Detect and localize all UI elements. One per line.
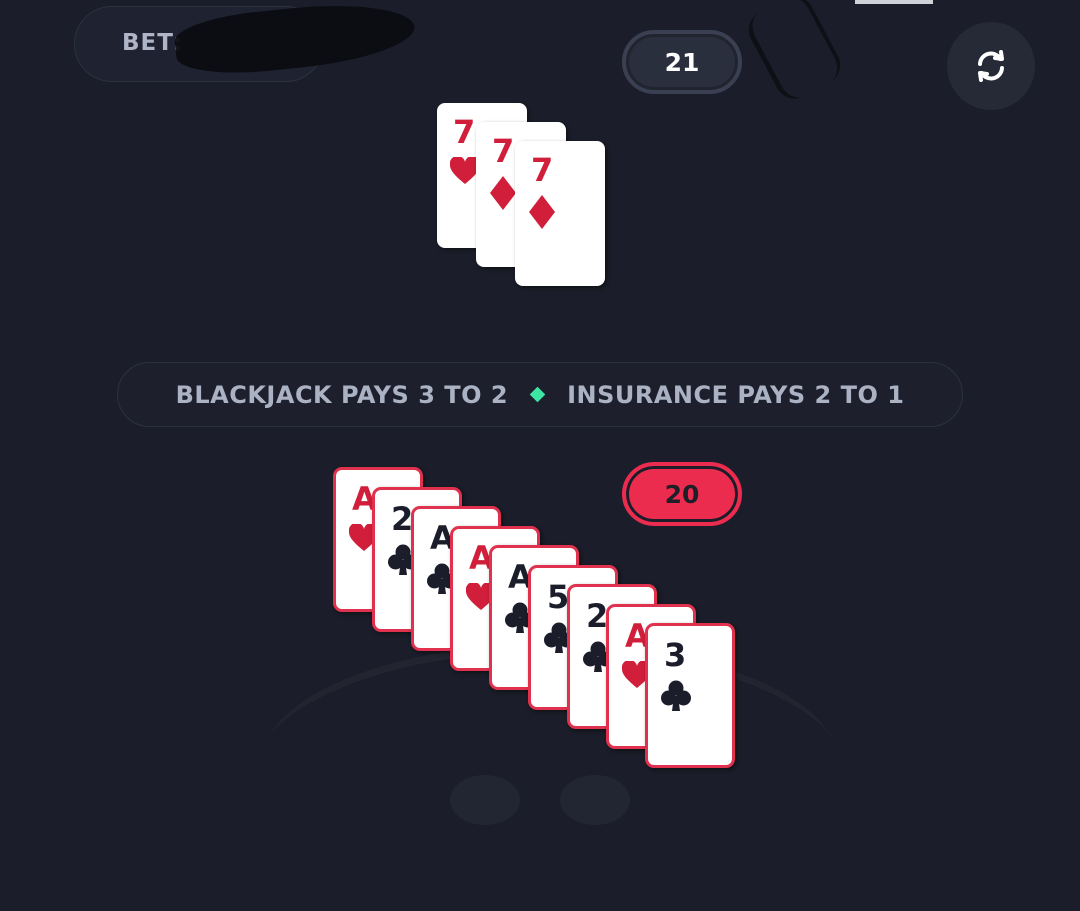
card-rank: 7 [531, 151, 554, 189]
card-rank: 7 [453, 113, 476, 151]
top-strip [855, 0, 933, 4]
dealer-card: 7 [515, 141, 605, 286]
diamond-suit-icon [489, 176, 517, 214]
player-card: 3 [645, 623, 735, 768]
refresh-button[interactable] [947, 22, 1035, 110]
bet-label: BET: [122, 30, 183, 56]
rules-banner: BLACKJACK PAYS 3 TO 2 INSURANCE PAYS 2 T… [117, 362, 963, 427]
redaction-scribble-2 [741, 0, 848, 106]
card-rank: 2 [391, 499, 414, 538]
card-rank: 5 [547, 577, 570, 616]
dealer-score-value: 21 [664, 47, 700, 77]
diamond-suit-icon [528, 195, 556, 233]
bottom-control-hint [450, 775, 520, 825]
card-rank: 7 [492, 132, 515, 170]
refresh-icon [978, 50, 1004, 82]
bottom-control-hint [560, 775, 630, 825]
card-rank: 2 [586, 597, 609, 635]
player-score-value: 20 [664, 479, 700, 509]
card-rank: 3 [664, 636, 687, 674]
diamond-separator-icon [529, 386, 546, 403]
dealer-score-badge: 21 [622, 30, 742, 94]
player-score-badge: 20 [622, 462, 742, 526]
insurance-payout-text: INSURANCE PAYS 2 TO 1 [567, 380, 905, 409]
club-suit-icon [661, 680, 691, 716]
blackjack-payout-text: BLACKJACK PAYS 3 TO 2 [175, 380, 509, 409]
